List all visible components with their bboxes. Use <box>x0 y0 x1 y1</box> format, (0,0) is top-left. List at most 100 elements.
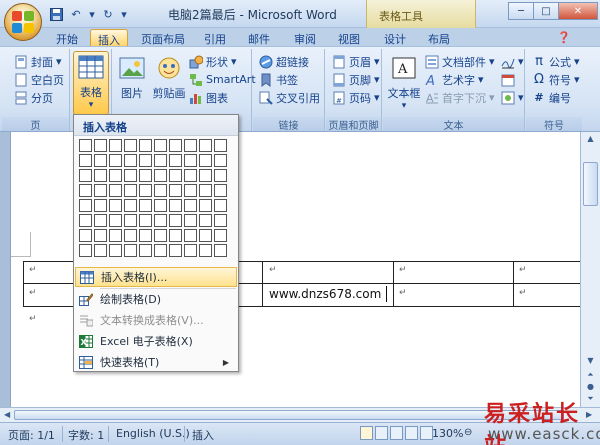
grid-cell[interactable] <box>139 214 152 227</box>
symbol-button[interactable]: Ω 符号 ▾ <box>532 71 580 88</box>
grid-cell[interactable] <box>154 139 167 152</box>
grid-cell[interactable] <box>184 199 197 212</box>
smartart-button[interactable]: SmartArt <box>189 71 256 88</box>
grid-cell[interactable] <box>124 139 137 152</box>
outline-icon[interactable] <box>405 426 418 440</box>
grid-cell[interactable] <box>109 139 122 152</box>
redo-icon[interactable]: ↻ <box>100 6 116 22</box>
grid-cell[interactable] <box>94 244 107 257</box>
undo-icon[interactable]: ↶ <box>68 6 84 22</box>
object-icon[interactable]: ▾ <box>501 89 524 106</box>
grid-cell[interactable] <box>154 229 167 242</box>
zoom-level[interactable]: 130% <box>432 427 463 440</box>
signature-line-icon[interactable]: ▾ <box>501 53 524 70</box>
grid-cell[interactable] <box>199 169 212 182</box>
grid-cell[interactable] <box>154 214 167 227</box>
vertical-scrollbar[interactable]: ▲ ▼ ⏶ ● ⏷ <box>580 132 600 407</box>
close-button[interactable]: ✕ <box>558 2 598 20</box>
grid-cell[interactable] <box>109 199 122 212</box>
minimize-button[interactable]: ─ <box>508 2 534 20</box>
menu-item-insert-table[interactable]: 插入表格(I)... <box>75 267 237 287</box>
chart-button[interactable]: 图表 <box>189 89 228 106</box>
table-button[interactable]: 表格 ▾ <box>73 51 109 115</box>
grid-cell[interactable] <box>199 229 212 242</box>
grid-cell[interactable] <box>214 229 227 242</box>
tab-mailings[interactable]: 邮件 <box>240 29 278 46</box>
grid-cell[interactable] <box>124 154 137 167</box>
grid-cell[interactable] <box>109 244 122 257</box>
browse-object-icon[interactable]: ● <box>583 382 598 393</box>
grid-cell[interactable] <box>199 244 212 257</box>
grid-cell[interactable] <box>79 199 92 212</box>
save-icon[interactable] <box>48 6 64 22</box>
grid-cell[interactable] <box>214 154 227 167</box>
grid-cell[interactable] <box>139 169 152 182</box>
header-button[interactable]: 页眉 ▾ <box>332 53 380 70</box>
tab-page-layout[interactable]: 页面布局 <box>134 29 192 46</box>
status-language[interactable]: English (U.S.) <box>116 427 190 440</box>
grid-cell[interactable] <box>214 169 227 182</box>
grid-cell[interactable] <box>109 154 122 167</box>
grid-cell[interactable] <box>79 139 92 152</box>
grid-cell[interactable] <box>124 199 137 212</box>
grid-cell[interactable] <box>124 184 137 197</box>
grid-cell[interactable] <box>79 154 92 167</box>
customize-icon[interactable]: ▾ <box>120 6 128 22</box>
date-time-icon[interactable] <box>501 71 515 88</box>
picture-button[interactable]: 图片 <box>117 53 147 101</box>
clip-art-button[interactable]: 剪贴画 <box>151 53 187 101</box>
number-button[interactable]: # 编号 <box>532 89 571 106</box>
grid-cell[interactable] <box>94 154 107 167</box>
quick-parts-button[interactable]: 文档部件 ▾ <box>425 53 495 70</box>
grid-cell[interactable] <box>214 244 227 257</box>
grid-cell[interactable] <box>124 229 137 242</box>
previous-page-icon[interactable]: ⏶ <box>583 370 598 381</box>
grid-cell[interactable] <box>184 154 197 167</box>
tab-review[interactable]: 审阅 <box>286 29 324 46</box>
menu-item-draw-table[interactable]: 绘制表格(D) <box>75 289 237 309</box>
office-button[interactable] <box>4 3 42 41</box>
menu-item-quick-tables[interactable]: 快速表格(T) ▶ <box>75 352 237 372</box>
bookmark-button[interactable]: 书签 <box>259 71 298 88</box>
grid-cell[interactable] <box>94 214 107 227</box>
tab-layout[interactable]: 布局 <box>420 29 458 46</box>
grid-cell[interactable] <box>94 139 107 152</box>
grid-cell[interactable] <box>169 154 182 167</box>
grid-cell[interactable] <box>79 229 92 242</box>
grid-cell[interactable] <box>109 214 122 227</box>
scroll-thumb[interactable] <box>583 162 598 206</box>
full-screen-reading-icon[interactable] <box>375 426 388 440</box>
grid-cell[interactable] <box>154 199 167 212</box>
grid-cell[interactable] <box>79 169 92 182</box>
grid-cell[interactable] <box>109 169 122 182</box>
tab-references[interactable]: 引用 <box>196 29 234 46</box>
grid-cell[interactable] <box>154 184 167 197</box>
grid-cell[interactable] <box>94 229 107 242</box>
grid-cell[interactable] <box>109 184 122 197</box>
grid-cell[interactable] <box>184 184 197 197</box>
grid-cell[interactable] <box>109 229 122 242</box>
grid-cell[interactable] <box>79 244 92 257</box>
grid-cell[interactable] <box>214 184 227 197</box>
grid-cell[interactable] <box>154 154 167 167</box>
grid-cell[interactable] <box>94 169 107 182</box>
grid-cell[interactable] <box>169 199 182 212</box>
grid-cell[interactable] <box>169 139 182 152</box>
grid-cell[interactable] <box>79 214 92 227</box>
scroll-up-icon[interactable]: ▲ <box>583 134 598 148</box>
tab-view[interactable]: 视图 <box>330 29 368 46</box>
table-size-grid[interactable] <box>79 139 227 257</box>
grid-cell[interactable] <box>79 184 92 197</box>
restore-button[interactable]: □ <box>533 2 559 20</box>
cover-page-button[interactable]: 封面 ▾ <box>14 53 62 70</box>
grid-cell[interactable] <box>169 169 182 182</box>
grid-cell[interactable] <box>169 244 182 257</box>
grid-cell[interactable] <box>214 139 227 152</box>
grid-cell[interactable] <box>214 199 227 212</box>
grid-cell[interactable] <box>199 139 212 152</box>
print-layout-icon[interactable] <box>360 426 373 440</box>
status-insert-mode[interactable]: 插入 <box>192 427 214 443</box>
table-cell-text[interactable]: www.dnzs678.com <box>269 287 381 301</box>
tab-design[interactable]: 设计 <box>376 29 414 46</box>
grid-cell[interactable] <box>124 169 137 182</box>
